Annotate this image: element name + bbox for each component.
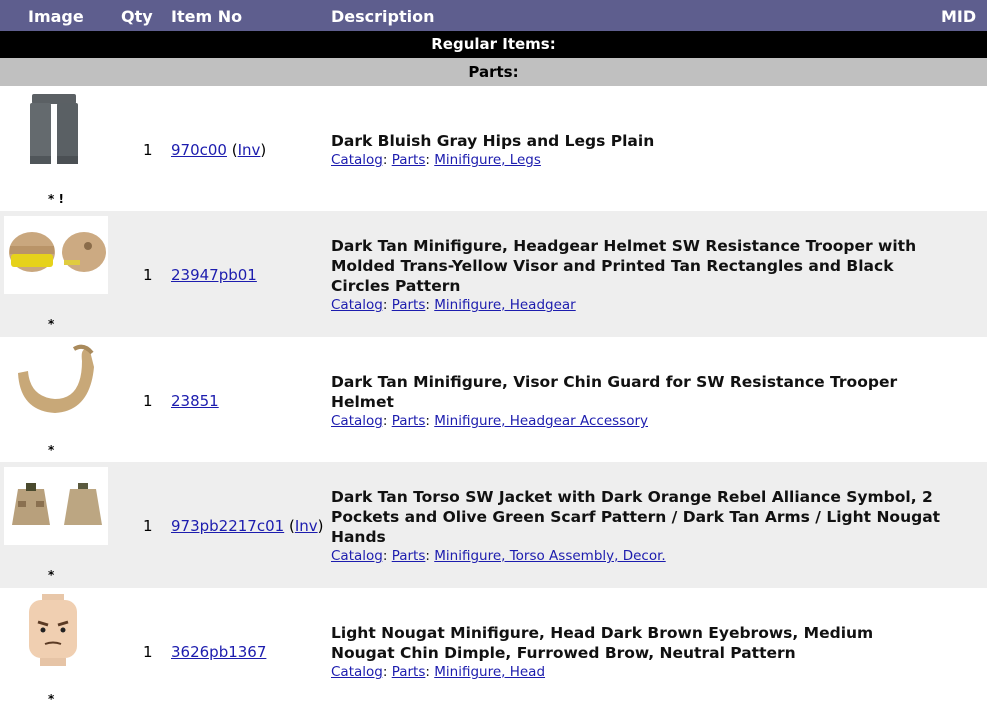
catalog-breadcrumb: Catalog: Parts: Minifigure, Headgear [331, 297, 576, 313]
column-header-description: Description [331, 7, 435, 26]
column-header-item-no: Item No [171, 7, 243, 26]
row-note-marks: * ! [48, 192, 64, 206]
table-header: Image Qty Item No Description MID [0, 0, 987, 31]
inventory-link[interactable]: Inv [295, 517, 318, 535]
item-title: Dark Tan Minifigure, Headgear Helmet SW … [331, 237, 917, 295]
column-header-qty: Qty [121, 7, 153, 26]
category-link[interactable]: Minifigure, Torso Assembly, Decor. [434, 548, 665, 564]
row-note-marks: * [48, 317, 55, 331]
item-title: Dark Bluish Gray Hips and Legs Plain [331, 132, 655, 150]
table-row: * 1 3626pb1367 Light Nougat Minifigure, … [0, 588, 987, 706]
catalog-link[interactable]: Catalog [331, 152, 383, 168]
helmet-part-image[interactable] [4, 216, 108, 294]
parts-link[interactable]: Parts [392, 664, 426, 680]
quantity: 1 [143, 266, 153, 284]
section-header-regular-items: Regular Items: [0, 31, 987, 58]
catalog-link[interactable]: Catalog [331, 548, 383, 564]
table-row: * ! 1 970c00 (Inv) Dark Bluish Gray Hips… [0, 86, 987, 211]
parts-link[interactable]: Parts [392, 548, 426, 564]
row-note-marks: * [48, 692, 55, 706]
catalog-breadcrumb: Catalog: Parts: Minifigure, Torso Assemb… [331, 548, 666, 564]
table-row: * 1 23851 Dark Tan Minifigure, Visor Chi… [0, 337, 987, 462]
category-link[interactable]: Minifigure, Headgear [434, 297, 575, 313]
head-part-image[interactable] [24, 592, 82, 668]
row-note-marks: * [48, 568, 55, 582]
quantity: 1 [143, 517, 153, 535]
table-row: * 1 23947pb01 Dark Tan Minifigure, Headg… [0, 211, 987, 337]
chin-guard-part-image[interactable] [10, 341, 100, 423]
item-number-link[interactable]: 3626pb1367 [171, 643, 266, 661]
category-link[interactable]: Minifigure, Legs [434, 152, 541, 168]
inventory-link[interactable]: Inv [238, 141, 261, 159]
table-row: * 1 973pb2217c01 (Inv) Dark Tan Torso SW… [0, 462, 987, 588]
parts-link[interactable]: Parts [392, 297, 426, 313]
item-number-cell: 973pb2217c01 (Inv) [171, 517, 324, 535]
torso-part-image[interactable] [4, 467, 108, 545]
parts-link[interactable]: Parts [392, 413, 426, 429]
catalog-breadcrumb: Catalog: Parts: Minifigure, Headgear Acc… [331, 413, 649, 429]
description-cell: Dark Tan Torso SW Jacket with Dark Orang… [331, 487, 941, 565]
item-title: Light Nougat Minifigure, Head Dark Brown… [331, 624, 874, 662]
catalog-breadcrumb: Catalog: Parts: Minifigure, Legs [331, 152, 541, 168]
item-number-cell: 3626pb1367 [171, 643, 266, 661]
column-header-mid: MID [941, 7, 977, 26]
catalog-link[interactable]: Catalog [331, 413, 383, 429]
item-title: Dark Tan Minifigure, Visor Chin Guard fo… [331, 373, 898, 411]
item-number-cell: 23947pb01 [171, 266, 257, 284]
column-header-image: Image [28, 7, 84, 26]
legs-part-image[interactable] [22, 90, 84, 170]
category-link[interactable]: Minifigure, Head [434, 664, 545, 680]
row-note-marks: * [48, 443, 55, 457]
item-number-link[interactable]: 23947pb01 [171, 266, 257, 284]
item-number-link[interactable]: 970c00 [171, 141, 227, 159]
item-number-cell: 970c00 (Inv) [171, 141, 267, 159]
section-header-parts: Parts: [0, 58, 987, 86]
description-cell: Light Nougat Minifigure, Head Dark Brown… [331, 623, 941, 681]
item-number-link[interactable]: 23851 [171, 392, 219, 410]
category-link[interactable]: Minifigure, Headgear Accessory [434, 413, 648, 429]
description-cell: Dark Tan Minifigure, Visor Chin Guard fo… [331, 372, 941, 430]
item-number-cell: 23851 [171, 392, 219, 410]
quantity: 1 [143, 643, 153, 661]
quantity: 1 [143, 392, 153, 410]
catalog-link[interactable]: Catalog [331, 297, 383, 313]
item-number-link[interactable]: 973pb2217c01 [171, 517, 284, 535]
catalog-link[interactable]: Catalog [331, 664, 383, 680]
description-cell: Dark Bluish Gray Hips and Legs Plain Cat… [331, 131, 941, 169]
parts-link[interactable]: Parts [392, 152, 426, 168]
item-title: Dark Tan Torso SW Jacket with Dark Orang… [331, 488, 941, 546]
quantity: 1 [143, 141, 153, 159]
catalog-breadcrumb: Catalog: Parts: Minifigure, Head [331, 664, 546, 680]
description-cell: Dark Tan Minifigure, Headgear Helmet SW … [331, 236, 941, 314]
